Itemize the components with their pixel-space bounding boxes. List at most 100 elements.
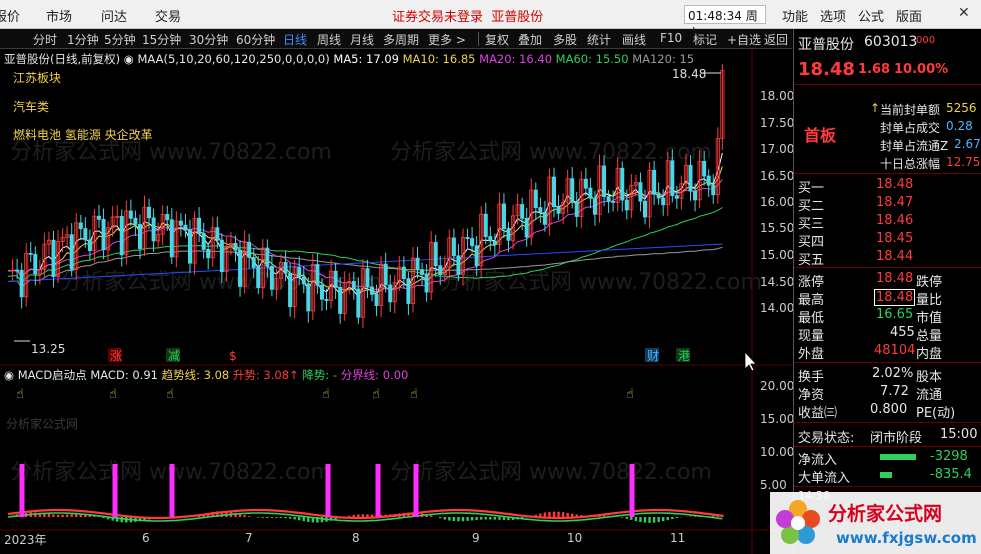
macd-bar <box>61 514 64 517</box>
tab-multi-period[interactable]: 多周期 <box>383 31 419 48</box>
trade-status-label: 交易状态: <box>798 431 855 446</box>
menu-item-options[interactable]: 选项 <box>820 6 846 25</box>
candle-body <box>238 249 243 287</box>
macd-indicator-name[interactable]: MACD启动点 <box>18 368 87 382</box>
bid-price[interactable]: 18.47 <box>876 195 913 210</box>
menu-item-layout[interactable]: 版面 <box>896 6 922 25</box>
bid-price[interactable]: 18.44 <box>876 249 913 264</box>
macd-bar <box>493 517 497 520</box>
menu-item-function[interactable]: 功能 <box>782 6 808 25</box>
dividend-marker[interactable]: $ <box>229 349 237 363</box>
candle-body <box>324 298 329 301</box>
divider <box>794 446 981 447</box>
statistics-button[interactable]: 统计 <box>587 31 611 48</box>
macd-bar <box>261 517 264 518</box>
tab-30min[interactable]: 30分钟 <box>189 31 228 48</box>
mark-button[interactable]: 标记 <box>693 31 717 48</box>
candle-body <box>606 196 611 202</box>
bid-price[interactable]: 18.48 <box>876 177 913 192</box>
price-axis-label: 17.50 <box>760 116 795 130</box>
macd-bar <box>625 517 628 519</box>
candle-body <box>670 160 675 196</box>
macd-value: MACD: 0.91 <box>90 368 158 382</box>
macd-bar <box>652 517 656 523</box>
menu-item-trade[interactable]: 交易 <box>155 6 181 25</box>
seal-label: 当前封单额 <box>880 103 941 117</box>
candle-body <box>315 264 320 286</box>
close-icon[interactable]: ✕ <box>958 5 970 21</box>
macd-settings-icon[interactable]: ◉ <box>4 368 14 382</box>
macd-bar <box>47 513 51 517</box>
tab-daily[interactable]: 日线 <box>283 31 307 48</box>
adjust-button[interactable]: 复权 <box>485 31 509 48</box>
sector-tag[interactable]: 江苏板块 <box>13 69 61 86</box>
candle-body <box>78 222 83 229</box>
ma5-value: MA5: 17.09 <box>333 52 399 66</box>
event-marker-label: 财 <box>647 349 659 363</box>
tab-timeshare[interactable]: 分时 <box>33 31 57 48</box>
kline-chart-area[interactable]: 分析家公式网 www.70822.com 分析家公式网 www.70822.co… <box>0 49 795 554</box>
tab-5min[interactable]: 5分钟 <box>104 31 136 48</box>
chart-title[interactable]: 亚普股份(日线,前复权) <box>4 52 120 66</box>
price-axis-label: 15.00 <box>760 248 795 262</box>
tab-1min[interactable]: 1分钟 <box>67 31 99 48</box>
tab-monthly[interactable]: 月线 <box>350 31 374 48</box>
seal-value: 5256 <box>946 101 977 115</box>
collapse-icon[interactable]: ◉ <box>124 52 134 66</box>
hand-pointer-icon: ☝ <box>626 387 634 402</box>
candle-body <box>69 234 74 270</box>
add-watchlist-button[interactable]: +自选 <box>727 31 761 48</box>
tab-more[interactable]: 更多 > <box>428 31 466 48</box>
sector-tag[interactable]: 汽车类 <box>13 98 49 115</box>
macd-start-spike <box>325 464 331 517</box>
macd-bar <box>630 517 633 520</box>
candle-body <box>624 199 629 211</box>
maa-label[interactable]: MAA(5,10,20,60,120,250,0,0,0,0) <box>138 52 330 66</box>
x-axis-label: 7 <box>245 531 253 545</box>
candle-body <box>602 165 607 198</box>
menu-item-market[interactable]: 市场 <box>46 6 72 25</box>
flow-value: -835.4 <box>930 467 972 482</box>
sector-tag[interactable]: 燃料电池 氢能源 央企改革 <box>13 126 153 143</box>
multi-stock-button[interactable]: 多股 <box>553 31 577 48</box>
candle-body <box>643 200 648 218</box>
bid-price[interactable]: 18.45 <box>876 231 913 246</box>
ma20-value: MA20: 16.40 <box>479 52 553 66</box>
menu-item-wenda[interactable]: 问达 <box>101 6 127 25</box>
draw-line-button[interactable]: 画线 <box>622 31 646 48</box>
candle-body <box>465 237 470 240</box>
price-axis-label: 17.00 <box>760 142 795 156</box>
candle-body <box>702 160 707 177</box>
price-change-pct: 10.00% <box>894 62 949 77</box>
f10-button[interactable]: F10 <box>660 31 682 45</box>
bid-price[interactable]: 18.46 <box>876 213 913 228</box>
overlay-button[interactable]: 叠加 <box>518 31 542 48</box>
menu-bar: 报价 市场 问达 交易 证券交易未登录 亚普股份 01:48:34 周六 功能 … <box>0 0 981 40</box>
trade-login-notice[interactable]: 证券交易未登录 亚普股份 <box>392 6 543 25</box>
candle-body <box>520 204 525 219</box>
macd-bar <box>480 517 483 520</box>
tab-60min[interactable]: 60分钟 <box>236 31 275 48</box>
candle-body <box>483 213 488 237</box>
candle-body <box>574 201 579 217</box>
chart-canvas[interactable]: 分析家公式网 www.70822.com 分析家公式网 www.70822.co… <box>0 49 792 554</box>
candle-body <box>301 276 306 285</box>
macd-bar <box>621 517 624 518</box>
candle-body <box>297 267 302 278</box>
candle-body <box>165 214 170 221</box>
stock-code[interactable]: 603013 <box>864 34 917 50</box>
candle-body <box>365 268 370 288</box>
event-marker-label: 减 <box>168 349 180 363</box>
candle-body <box>383 263 388 286</box>
macd-bar <box>279 517 283 518</box>
menu-item-quote[interactable]: 报价 <box>0 6 20 25</box>
tab-15min[interactable]: 15分钟 <box>142 31 181 48</box>
stock-name[interactable]: 亚普股份 <box>798 34 854 54</box>
trend-line-value: 趋势线: 3.08 <box>161 368 230 382</box>
candle-body <box>583 178 588 189</box>
tab-weekly[interactable]: 周线 <box>317 31 341 48</box>
candle-body <box>369 286 374 295</box>
back-button[interactable]: 返回 <box>764 31 788 48</box>
menu-item-formula[interactable]: 公式 <box>858 6 884 25</box>
macd-bar <box>657 517 660 523</box>
